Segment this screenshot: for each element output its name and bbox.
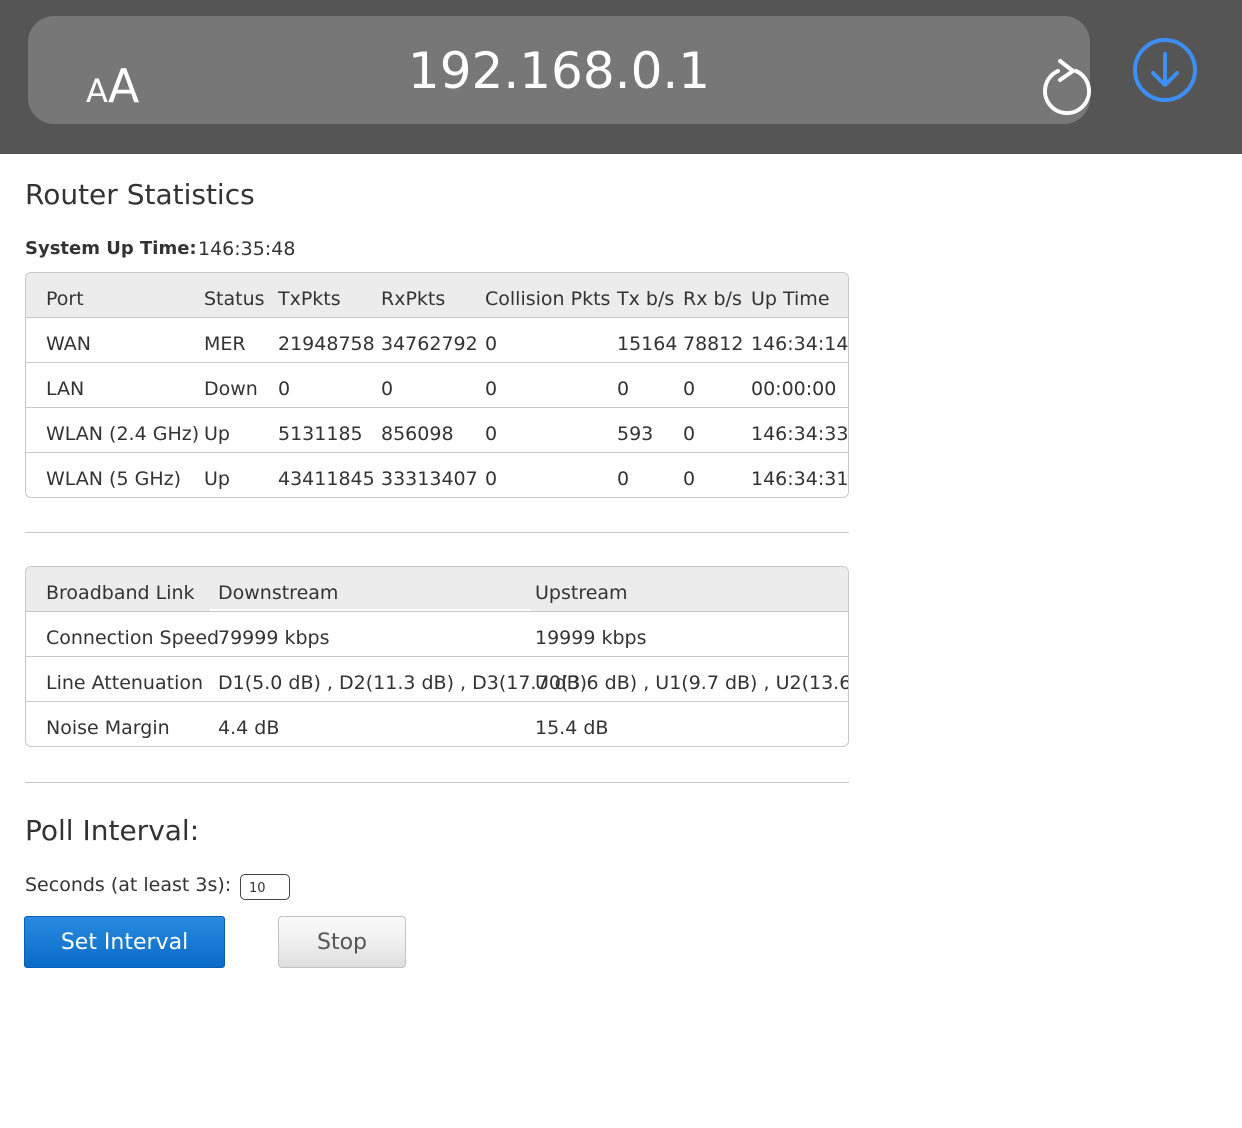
table-cell: 0 <box>617 378 630 400</box>
table-cell: 146:34:14 <box>751 333 849 355</box>
broadband-link-table: Broadband Link Downstream Upstream Conne… <box>25 566 849 747</box>
table-cell: U0(3.6 dB) , U1(9.7 dB) , U2(13.6 dB) <box>535 672 849 694</box>
table-cell: 0 <box>278 378 291 400</box>
browser-toolbar: AA 192.168.0.1 <box>0 0 1242 154</box>
table-row: LAN Down 0 0 0 0 0 00:00:00 <box>26 362 848 407</box>
port-table-header-cell: Port <box>46 288 84 310</box>
table-row: Noise Margin 4.4 dB 15.4 dB <box>26 701 848 746</box>
table-row: Line Attenuation D1(5.0 dB) , D2(11.3 dB… <box>26 656 848 701</box>
table-cell: MER <box>204 333 246 355</box>
table-cell: 856098 <box>381 423 454 445</box>
broadband-table-header-cell: Upstream <box>535 582 628 604</box>
poll-interval-title: Poll Interval: <box>25 814 200 847</box>
table-cell: 5131185 <box>278 423 363 445</box>
system-uptime-value: 146:35:48 <box>198 238 296 260</box>
table-cell: 79999 kbps <box>218 627 330 649</box>
page-title: Router Statistics <box>25 178 255 211</box>
table-cell: 33313407 <box>381 468 478 490</box>
table-cell: WLAN (2.4 GHz) <box>46 423 200 445</box>
section-divider <box>25 782 849 783</box>
table-cell: 15164 <box>617 333 678 355</box>
port-table-header-cell: TxPkts <box>278 288 341 310</box>
table-cell: 146:34:31 <box>751 468 849 490</box>
table-cell: Up <box>204 468 230 490</box>
seconds-input[interactable] <box>240 874 290 900</box>
port-statistics-table: Port Status TxPkts RxPkts Collision Pkts… <box>25 272 849 498</box>
table-cell: Line Attenuation <box>46 672 204 694</box>
table-row: WLAN (2.4 GHz) Up 5131185 856098 0 593 0… <box>26 407 848 452</box>
table-cell: 0 <box>485 468 498 490</box>
seconds-label: Seconds (at least 3s): <box>25 874 232 896</box>
download-circle-icon[interactable] <box>1132 37 1198 103</box>
table-cell: 43411845 <box>278 468 375 490</box>
stop-button[interactable]: Stop <box>278 916 406 968</box>
broadband-table-header-cell: Downstream <box>218 582 339 604</box>
table-cell: 0 <box>617 468 630 490</box>
table-cell: 0 <box>485 378 498 400</box>
table-cell: 0 <box>683 378 696 400</box>
reload-icon[interactable] <box>1040 58 1094 116</box>
table-cell: 19999 kbps <box>535 627 647 649</box>
table-cell: Noise Margin <box>46 717 170 739</box>
table-cell: Down <box>204 378 258 400</box>
address-bar[interactable]: AA 192.168.0.1 <box>28 16 1091 124</box>
table-cell: WAN <box>46 333 91 355</box>
table-cell: 593 <box>617 423 654 445</box>
table-cell: 0 <box>485 423 498 445</box>
table-cell: 0 <box>485 333 498 355</box>
table-row: WLAN (5 GHz) Up 43411845 33313407 0 0 0 … <box>26 452 848 497</box>
set-interval-button[interactable]: Set Interval <box>24 916 225 968</box>
table-cell: 15.4 dB <box>535 717 609 739</box>
url-text[interactable]: 192.168.0.1 <box>28 46 1090 96</box>
table-cell: Connection Speed <box>46 627 220 649</box>
table-row: WAN MER 21948758 34762792 0 15164 78812 … <box>26 317 848 362</box>
table-cell: 146:34:33 <box>751 423 849 445</box>
table-cell: 0 <box>683 423 696 445</box>
broadband-table-header-cell: Broadband Link <box>46 582 195 604</box>
table-cell: 0 <box>381 378 394 400</box>
table-cell: 4.4 dB <box>218 717 280 739</box>
broadband-table-header: Broadband Link Downstream Upstream <box>26 567 848 611</box>
port-table-header: Port Status TxPkts RxPkts Collision Pkts… <box>26 273 848 317</box>
table-cell: D1(5.0 dB) , D2(11.3 dB) , D3(17.7 dB) <box>218 672 588 694</box>
table-cell: Up <box>204 423 230 445</box>
table-cell: 0 <box>683 468 696 490</box>
port-table-header-cell: Collision Pkts <box>485 288 611 310</box>
page-content: Router Statistics System Up Time: 146:35… <box>0 154 1242 1128</box>
table-row: Connection Speed 79999 kbps 19999 kbps <box>26 611 848 656</box>
section-divider <box>25 532 849 533</box>
table-cell: 21948758 <box>278 333 375 355</box>
table-cell: LAN <box>46 378 85 400</box>
port-table-header-cell: RxPkts <box>381 288 446 310</box>
port-table-header-cell: Tx b/s <box>617 288 675 310</box>
table-cell: WLAN (5 GHz) <box>46 468 181 490</box>
port-table-header-cell: Status <box>204 288 265 310</box>
port-table-header-cell: Up Time <box>751 288 830 310</box>
port-table-header-cell: Rx b/s <box>683 288 742 310</box>
system-uptime-label: System Up Time: <box>25 238 197 259</box>
table-cell: 34762792 <box>381 333 478 355</box>
table-cell: 78812 <box>683 333 744 355</box>
table-cell: 00:00:00 <box>751 378 837 400</box>
